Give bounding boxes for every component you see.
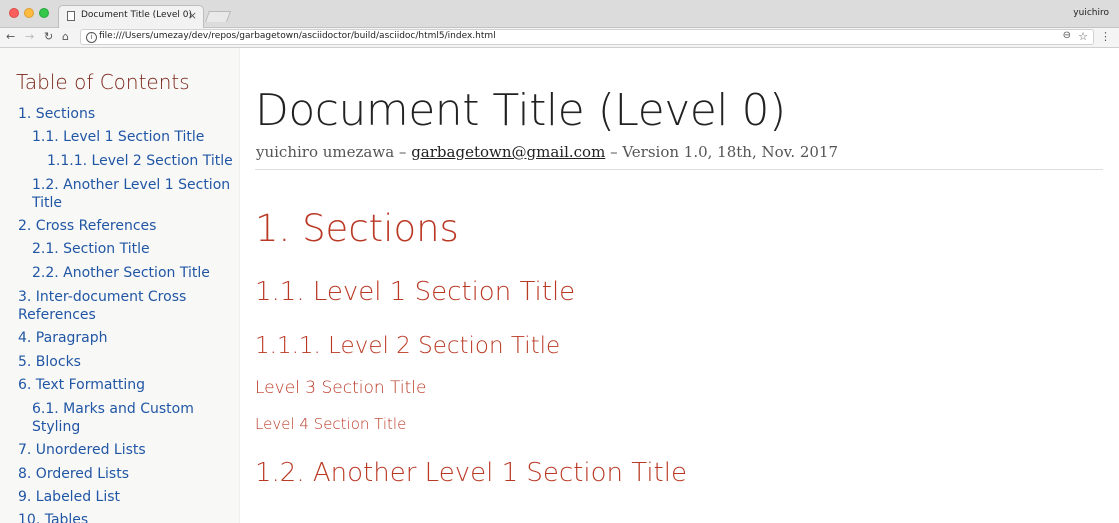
toc-item-level1[interactable]: 1.1. Level 1 Section Title [32, 128, 204, 146]
toc-item-blocks[interactable]: 5. Blocks [18, 353, 81, 371]
heading-level1: 1.1. Level 1 Section Title [255, 277, 576, 307]
heading-sections: 1. Sections [255, 207, 459, 250]
toc-item-labeled-list[interactable]: 9. Labeled List [18, 488, 120, 506]
tab-close-icon[interactable]: × [188, 9, 197, 22]
browser-tab-active[interactable]: Document Title (Level 0) × [58, 5, 204, 28]
version-text: – Version 1.0, 18th, Nov. 2017 [605, 143, 839, 161]
bookmark-star-icon[interactable]: ☆ [1078, 30, 1088, 43]
toc-item-level2[interactable]: 1.1.1. Level 2 Section Title [47, 152, 233, 170]
toc-item-tables[interactable]: 10. Tables [18, 511, 88, 523]
toc-item-cross-references[interactable]: 2. Cross References [18, 217, 156, 235]
toc-item-marks-custom-styling[interactable]: 6.1. Marks and Custom Styling [32, 400, 222, 436]
toc-item-sections[interactable]: 1. Sections [18, 105, 95, 123]
toc-item-section-title[interactable]: 2.1. Section Title [32, 240, 150, 258]
document-details: yuichiro umezawa – garbagetown@gmail.com… [256, 143, 838, 161]
back-arrow-icon[interactable]: ← [6, 30, 15, 43]
heading-level2: 1.1.1. Level 2 Section Title [255, 333, 561, 359]
toc-item-ordered-lists[interactable]: 8. Ordered Lists [18, 465, 129, 483]
browser-titlebar: Document Title (Level 0) × yuichiro [0, 0, 1119, 28]
address-bar[interactable]: i file:///Users/umezay/dev/repos/garbage… [80, 29, 1094, 45]
reload-icon[interactable]: ↻ [44, 30, 53, 43]
profile-name[interactable]: yuichiro [1073, 8, 1109, 18]
details-separator: – [394, 143, 412, 161]
minimize-window-button[interactable] [24, 8, 34, 18]
heading-level3: Level 3 Section Title [255, 378, 427, 398]
toc-title: Table of Contents [16, 70, 190, 94]
author-name: yuichiro umezawa [256, 143, 395, 161]
browser-menu-icon[interactable]: ⋮ [1100, 30, 1111, 43]
info-icon[interactable]: i [86, 32, 97, 43]
toc-item-another-section-title[interactable]: 2.2. Another Section Title [32, 264, 210, 282]
toc-item-another-level1[interactable]: 1.2. Another Level 1 Section Title [32, 176, 232, 212]
tab-title: Document Title (Level 0) [81, 10, 193, 20]
document-title: Document Title (Level 0) [255, 85, 786, 136]
toc-sidebar: Table of Contents 1. Sections 1.1. Level… [0, 48, 240, 523]
url-text[interactable]: file:///Users/umezay/dev/repos/garbageto… [99, 31, 496, 41]
home-icon[interactable]: ⌂ [62, 30, 69, 43]
document-icon [67, 11, 75, 21]
toc-item-paragraph[interactable]: 4. Paragraph [18, 329, 108, 347]
toc-item-unordered-lists[interactable]: 7. Unordered Lists [18, 441, 146, 459]
header-divider [255, 169, 1103, 170]
forward-arrow-icon[interactable]: → [25, 30, 34, 43]
close-window-button[interactable] [9, 8, 19, 18]
browser-toolbar: ← → ↻ ⌂ i file:///Users/umezay/dev/repos… [0, 28, 1119, 48]
new-tab-button[interactable] [204, 11, 232, 22]
toc-item-text-formatting[interactable]: 6. Text Formatting [18, 376, 145, 394]
document-content: Document Title (Level 0) yuichiro umezaw… [240, 48, 1119, 523]
maximize-window-button[interactable] [39, 8, 49, 18]
heading-level4: Level 4 Section Title [255, 415, 407, 433]
toc-item-inter-document[interactable]: 3. Inter-document Cross References [18, 288, 218, 324]
heading-another-level1: 1.2. Another Level 1 Section Title [255, 458, 687, 488]
author-email-link[interactable]: garbagetown@gmail.com [411, 143, 605, 161]
zoom-icon[interactable]: ⊖ [1063, 30, 1071, 41]
